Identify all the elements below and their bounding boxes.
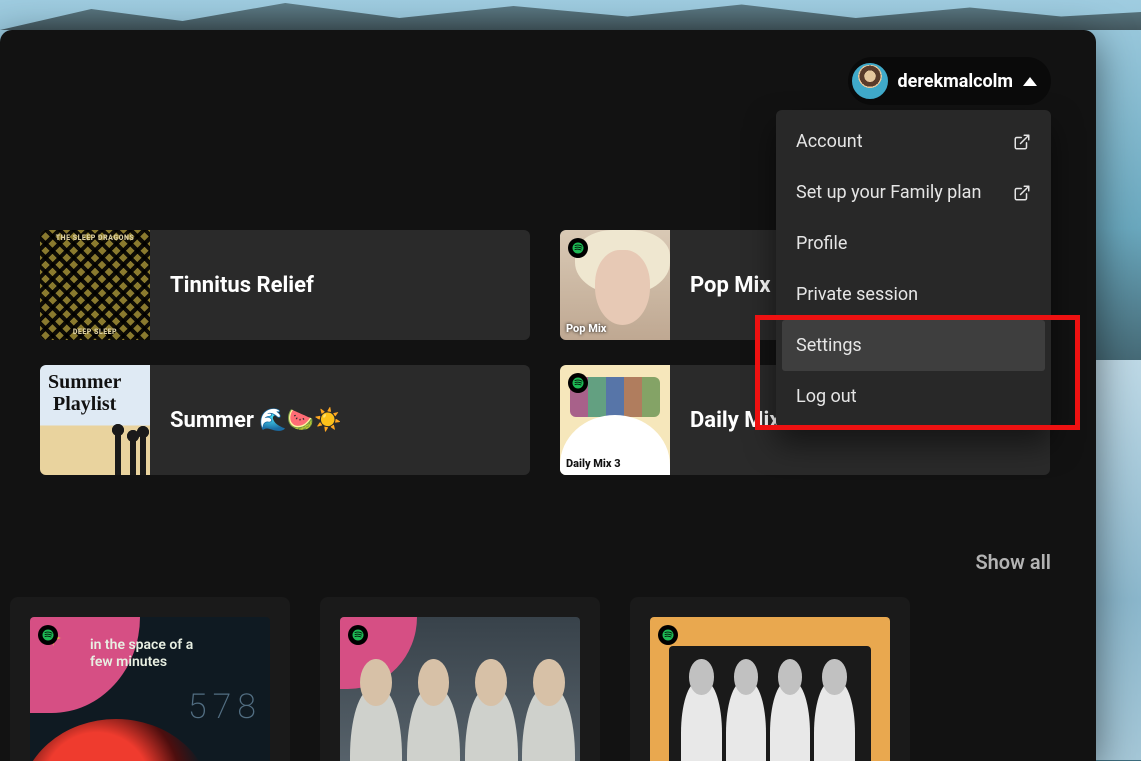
app-window: THE SLEEP DRAGONS DEEP SLEEP Tinnitus Re… bbox=[0, 30, 1096, 761]
quick-card-summer[interactable]: Summer Playlist Summer 🌊🍉☀️ bbox=[40, 365, 530, 475]
album-art bbox=[340, 617, 580, 761]
user-name: derekmalcolm bbox=[898, 71, 1014, 92]
album-art-tag: Daily Mix 3 bbox=[566, 457, 621, 470]
quick-card-tinnitus-relief[interactable]: THE SLEEP DRAGONS DEEP SLEEP Tinnitus Re… bbox=[40, 230, 530, 340]
recommendation-card[interactable] bbox=[630, 597, 910, 761]
quick-card-offscreen bbox=[0, 365, 10, 475]
user-menu-item-settings[interactable]: Settings bbox=[782, 320, 1045, 371]
spotify-icon bbox=[568, 238, 588, 258]
album-art bbox=[650, 617, 890, 761]
user-menu-item-profile[interactable]: Profile bbox=[782, 218, 1045, 269]
album-art: THE SLEEP DRAGONS DEEP SLEEP bbox=[40, 230, 150, 340]
spotify-icon bbox=[658, 625, 678, 645]
album-art: Summer Playlist bbox=[40, 365, 150, 475]
wallpaper-sea bbox=[1096, 360, 1141, 760]
user-menu-dropdown: Account Set up your Family plan Profile Pri… bbox=[776, 110, 1051, 428]
external-link-icon bbox=[1013, 184, 1031, 202]
recommendation-row: ✦ in the space of a few minutes 578 bbox=[0, 597, 1096, 761]
quick-card-offscreen bbox=[0, 230, 10, 340]
menu-item-label: Set up your Family plan bbox=[796, 182, 981, 203]
menu-item-label: Settings bbox=[796, 335, 862, 356]
album-art: ✦ in the space of a few minutes 578 bbox=[30, 617, 270, 761]
menu-item-label: Profile bbox=[796, 233, 847, 254]
album-art-number: 578 bbox=[188, 687, 262, 727]
album-art-script: Summer Playlist bbox=[48, 371, 121, 415]
user-menu-item-log-out[interactable]: Log out bbox=[782, 371, 1045, 422]
quick-card-title: Tinnitus Relief bbox=[150, 273, 530, 298]
album-art: Pop Mix bbox=[560, 230, 670, 340]
album-art-text: in the space of a few minutes bbox=[90, 637, 260, 671]
external-link-icon bbox=[1013, 133, 1031, 151]
album-art-text-bottom: DEEP SLEEP bbox=[40, 328, 150, 336]
menu-item-label: Account bbox=[796, 131, 863, 152]
quick-card-title: Summer 🌊🍉☀️ bbox=[150, 408, 530, 433]
menu-item-label: Log out bbox=[796, 386, 857, 407]
spotify-icon bbox=[348, 625, 368, 645]
recommendation-card[interactable] bbox=[320, 597, 600, 761]
spotify-icon bbox=[38, 625, 58, 645]
chevron-up-icon bbox=[1023, 77, 1037, 86]
album-art-tag: Pop Mix bbox=[566, 322, 606, 335]
album-art-text-top: THE SLEEP DRAGONS bbox=[40, 234, 150, 242]
user-menu-item-set-up-your-family-plan[interactable]: Set up your Family plan bbox=[782, 167, 1045, 218]
show-all-link[interactable]: Show all bbox=[975, 550, 1051, 574]
avatar bbox=[852, 63, 888, 99]
user-menu-item-account[interactable]: Account bbox=[782, 116, 1045, 167]
album-art: Daily Mix 3 bbox=[560, 365, 670, 475]
menu-item-label: Private session bbox=[796, 284, 918, 305]
user-menu-item-private-session[interactable]: Private session bbox=[782, 269, 1045, 320]
spotify-icon bbox=[568, 373, 588, 393]
recommendation-card[interactable]: ✦ in the space of a few minutes 578 bbox=[10, 597, 290, 761]
user-menu-button[interactable]: derekmalcolm bbox=[848, 57, 1052, 105]
